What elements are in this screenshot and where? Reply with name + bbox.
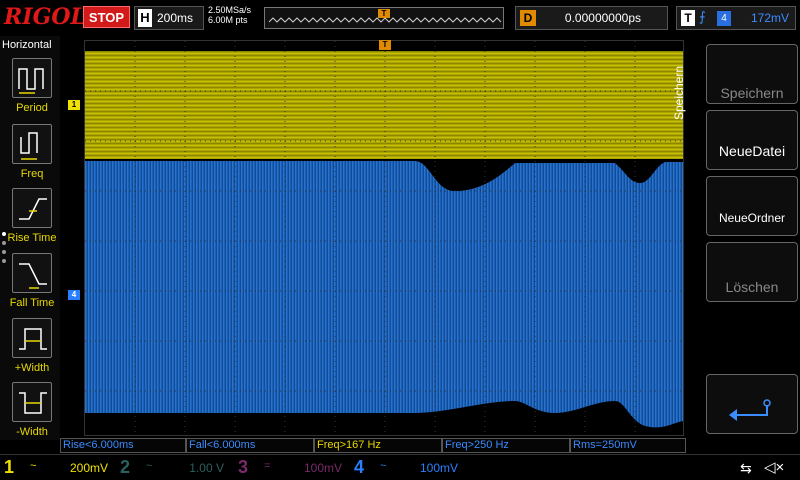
period-icon xyxy=(12,58,52,98)
trigger-position-marker: T xyxy=(381,9,387,18)
channel-status-bar: 1 ~ 200mV 2 ~ 1.00 V 3 = 100mV 4 ~ 100mV… xyxy=(0,454,800,480)
menu-title: Speichern xyxy=(672,65,687,121)
dc-coupling-icon: = xyxy=(264,460,271,472)
negative-width-icon xyxy=(12,382,52,422)
save-menu: Speichern Speichern NeueDatei NeueOrdner… xyxy=(672,36,800,440)
new-folder-button[interactable]: NeueOrdner xyxy=(706,176,798,236)
delay-label: D xyxy=(520,10,536,26)
measurement-ch1-freq[interactable]: Freq>167 Hz xyxy=(314,438,442,453)
rigol-logo: RIGOL xyxy=(4,4,86,30)
measure-fall-time[interactable]: Fall Time xyxy=(4,253,60,315)
measure-period[interactable]: Period xyxy=(4,58,60,120)
measurement-rise[interactable]: Rise<6.000ms xyxy=(60,438,186,453)
top-status-bar: RIGOL STOP H 200ms 2.50MSa/s 6.00M pts T… xyxy=(0,0,800,36)
timebase-value: 200ms xyxy=(157,11,194,25)
delay-display[interactable]: D 0.00000000ps xyxy=(515,6,668,30)
acquisition-info: 2.50MSa/s 6.00M pts xyxy=(208,5,251,25)
trigger-label: T xyxy=(681,10,695,26)
memory-depth: 6.00M pts xyxy=(208,15,248,25)
waveform-position-bar[interactable]: T xyxy=(264,7,504,29)
trigger-source: 4 xyxy=(717,11,731,26)
measure-positive-width[interactable]: +Width xyxy=(4,318,60,380)
speaker-muted-icon[interactable]: ◁× xyxy=(764,458,784,476)
sample-rate: 2.50MSa/s xyxy=(208,5,252,15)
waveform-canvas xyxy=(85,41,683,435)
delay-value: 0.00000000ps xyxy=(564,11,641,25)
freq-icon xyxy=(12,124,52,164)
positive-width-icon xyxy=(12,318,52,358)
rise-time-icon xyxy=(12,188,52,228)
horizontal-measure-menu: Horizontal Period Freq Rise Time Fall Ti… xyxy=(0,36,60,440)
channel-1-status[interactable]: 1 ~ 200mV xyxy=(0,457,110,480)
run-stop-button[interactable]: STOP xyxy=(83,6,130,28)
channel-2-status[interactable]: 2 ~ 1.00 V xyxy=(116,457,226,480)
horizontal-label: H xyxy=(138,9,152,27)
ac-coupling-icon: ~ xyxy=(30,460,37,472)
measure-rise-time[interactable]: Rise Time xyxy=(4,188,60,250)
ac-coupling-icon: ~ xyxy=(380,460,387,472)
delete-button[interactable]: Löschen xyxy=(706,242,798,302)
ch1-offset-marker[interactable]: 1 xyxy=(68,100,80,110)
measurement-rms[interactable]: Rms=250mV xyxy=(570,438,686,453)
channel-3-status[interactable]: 3 = 100mV xyxy=(234,457,344,480)
waveform-display[interactable] xyxy=(84,40,684,436)
fall-time-icon xyxy=(12,253,52,293)
measurement-bar: Rise<6.000ms Fall<6.000ms Freq>167 Hz Fr… xyxy=(60,438,686,454)
trigger-level: 172mV xyxy=(750,11,789,25)
trigger-display[interactable]: T ⨍ 4 172mV xyxy=(676,6,796,30)
new-file-button[interactable]: NeueDatei xyxy=(706,110,798,170)
ch4-offset-marker[interactable]: 4 xyxy=(68,290,80,300)
measure-freq[interactable]: Freq xyxy=(4,124,60,186)
channel-4-status[interactable]: 4 ~ 100mV xyxy=(350,457,460,480)
save-button[interactable]: Speichern xyxy=(706,44,798,104)
usb-icon: ⇆ xyxy=(740,460,752,476)
return-arrow-icon xyxy=(729,399,771,421)
ac-coupling-icon: ~ xyxy=(146,460,153,472)
return-button[interactable] xyxy=(706,374,798,434)
horizontal-timebase[interactable]: H 200ms xyxy=(134,6,204,30)
trigger-time-marker[interactable]: T xyxy=(379,40,391,50)
measurement-fall[interactable]: Fall<6.000ms xyxy=(186,438,314,453)
rising-edge-icon: ⨍ xyxy=(699,9,706,24)
measurement-ch4-freq[interactable]: Freq>250 Hz xyxy=(442,438,570,453)
measure-negative-width[interactable]: -Width xyxy=(4,382,60,444)
menu-title: Horizontal xyxy=(2,39,52,51)
